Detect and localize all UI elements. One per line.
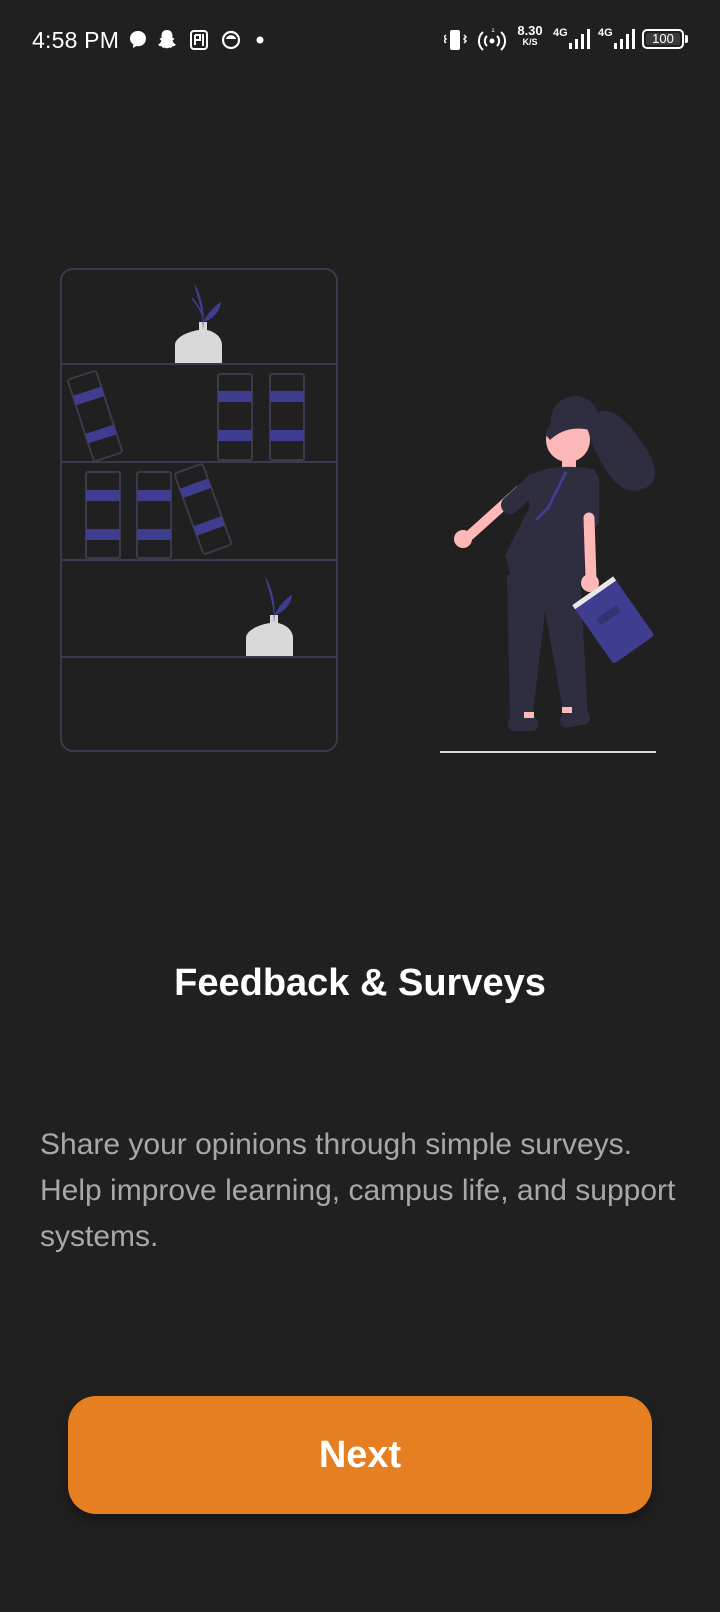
next-button[interactable]: Next	[68, 1396, 652, 1514]
signal1-label: 4G	[553, 27, 568, 39]
status-time: 4:58 PM	[32, 27, 120, 53]
network-speed-value: 8.30	[517, 23, 543, 38]
app-icon	[221, 30, 241, 50]
battery-tip	[685, 35, 688, 43]
paytm-icon	[190, 30, 208, 50]
battery-icon: 100	[642, 29, 684, 49]
book-stripes-shelf-2	[86, 478, 225, 540]
svg-text:1: 1	[491, 28, 495, 34]
vibrate-icon	[444, 30, 468, 50]
status-bar: 4:58 PM 1 8.30 K/S 4G 4G 100	[0, 0, 720, 80]
books-shelf-1	[67, 370, 305, 462]
signal2-label: 4G	[598, 27, 613, 39]
signal-icon	[569, 29, 590, 49]
dot-icon	[256, 36, 264, 44]
hotspot-icon: 1	[477, 28, 507, 51]
messenger-icon	[130, 31, 146, 48]
plant-vase-illustration	[246, 576, 293, 656]
network-speed-unit: K/S	[522, 37, 538, 47]
books-shelf-2	[85, 463, 232, 559]
plant-vase-illustration	[175, 283, 222, 363]
notification-icons	[130, 30, 264, 50]
battery-level: 100	[652, 31, 674, 46]
onboarding-description: Share your opinions through simple surve…	[40, 1128, 676, 1253]
onboarding-title: Feedback & Surveys	[174, 962, 546, 1004]
woman-illustration	[440, 396, 656, 753]
snapchat-icon	[158, 30, 176, 49]
signal-icon	[614, 29, 635, 49]
onboarding-illustration	[60, 268, 656, 753]
network-speed: 8.30 K/S	[512, 24, 548, 47]
connectivity-icons: 1	[444, 28, 507, 51]
